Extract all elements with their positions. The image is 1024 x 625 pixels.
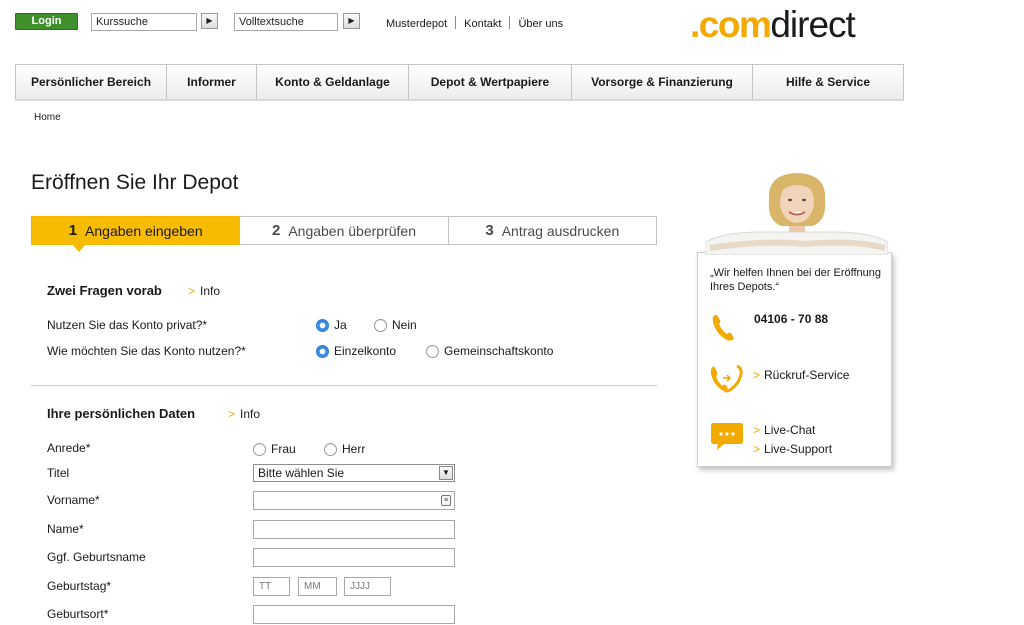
label-geburtstag: Geburtstag* [47, 579, 112, 593]
label-vorname: Vorname* [47, 493, 100, 507]
step-2: 2 Angaben überprüfen [240, 216, 449, 245]
radio-privat-ja[interactable]: Ja [316, 318, 347, 332]
label-konto-privat: Nutzen Sie das Konto privat?* [47, 318, 208, 332]
radio-label: Gemeinschaftskonto [444, 344, 554, 358]
top-links: Musterdepot Kontakt Über uns [386, 16, 563, 30]
step-3: 3 Antrag ausdrucken [448, 216, 657, 245]
radio-gemeinschaftskonto[interactable]: Gemeinschaftskonto [426, 344, 553, 358]
name-field[interactable] [253, 520, 455, 539]
main-navigation: Persönlicher Bereich Informer Konto & Ge… [15, 64, 904, 100]
hotline-number[interactable]: 04106 - 70 88 [754, 312, 828, 326]
link-label: Rückruf-Service [764, 368, 850, 382]
link-separator [509, 16, 511, 29]
nav-hilfe-service[interactable]: Hilfe & Service [753, 65, 903, 99]
geburtstag-tag-field[interactable]: TT [253, 577, 290, 596]
step-number: 1 [68, 222, 78, 239]
live-chat-link[interactable]: > Live-Chat [753, 423, 815, 437]
rueckruf-service-link[interactable]: > Rückruf-Service [753, 368, 849, 382]
nav-vorsorge-finanzierung[interactable]: Vorsorge & Finanzierung [572, 65, 753, 99]
help-quote: „Wir helfen Ihnen bei der Eröffnung Ihre… [710, 267, 882, 293]
geburtstag-jahr-field[interactable]: JJJJ [344, 577, 391, 596]
login-button[interactable]: Login [15, 13, 78, 30]
radio-privat-nein[interactable]: Nein [374, 318, 417, 332]
select-value: Bitte wählen Sie [258, 466, 345, 480]
section-persoenliche-daten-title: Ihre persönlichen Daten [47, 406, 196, 421]
radio-empty-icon [374, 318, 387, 332]
label-geburtsname: Ggf. Geburtsname [47, 550, 146, 564]
radio-selected-icon [316, 318, 329, 332]
geburtsname-field[interactable] [253, 548, 455, 567]
volltextsuche-go-button[interactable]: ▶ [343, 13, 360, 29]
nav-underline [15, 99, 904, 101]
label-konto-nutzung: Wie möchten Sie das Konto nutzen?* [47, 344, 246, 358]
section-zwei-fragen-title: Zwei Fragen vorab [47, 283, 162, 298]
step-label: Angaben überprüfen [288, 222, 416, 239]
step-label: Antrag ausdrucken [501, 222, 620, 239]
link-musterdepot[interactable]: Musterdepot [386, 18, 447, 30]
phone-icon [712, 315, 734, 341]
kurssuche-go-button[interactable]: ▶ [201, 13, 218, 29]
section2-info-link[interactable]: > Info [228, 407, 260, 421]
comdirect-logo[interactable]: .comdirect [690, 4, 856, 46]
step-number: 2 [271, 222, 281, 239]
nav-persoenlicher-bereich[interactable]: Persönlicher Bereich [16, 65, 167, 99]
vorname-field[interactable]: ≡ [253, 491, 455, 510]
radio-empty-icon [253, 442, 266, 456]
info-label: Info [200, 284, 221, 298]
page-title: Eröffnen Sie Ihr Depot [31, 171, 239, 194]
link-ueber-uns[interactable]: Über uns [518, 18, 563, 30]
geburtstag-monat-field[interactable]: MM [298, 577, 337, 596]
radio-frau[interactable]: Frau [253, 442, 296, 456]
chat-icon [711, 423, 743, 450]
callback-icon [710, 364, 743, 393]
link-separator [455, 16, 457, 29]
radio-empty-icon [426, 344, 439, 358]
radio-label: Frau [271, 442, 296, 456]
nav-depot-wertpapiere[interactable]: Depot & Wertpapiere [409, 65, 572, 99]
section1-info-link[interactable]: > Info [188, 284, 220, 298]
label-titel: Titel [47, 466, 70, 480]
nav-konto-geldanlage[interactable]: Konto & Geldanlage [257, 65, 409, 99]
nav-informer[interactable]: Informer [167, 65, 257, 99]
info-label: Info [240, 407, 261, 421]
volltextsuche-input[interactable]: Volltextsuche [234, 13, 338, 31]
label-geburtsort: Geburtsort* [47, 607, 109, 621]
breadcrumb[interactable]: Home [34, 112, 61, 123]
label-name: Name* [47, 522, 84, 536]
titel-select[interactable]: Bitte wählen Sie ▼ [253, 464, 455, 482]
link-label: Live-Support [764, 442, 833, 456]
step-number: 3 [485, 222, 494, 239]
step-1-active: 1 Angaben eingeben [31, 216, 241, 252]
radio-selected-icon [316, 344, 329, 358]
logo-dot: . [690, 4, 700, 45]
geburtsort-field[interactable] [253, 605, 455, 624]
section-divider [31, 385, 657, 386]
progress-steps: 1 Angaben eingeben 2 Angaben überprüfen 3A… [31, 216, 657, 252]
chevron-down-icon[interactable]: ▼ [439, 466, 453, 480]
autofill-icon[interactable]: ≡ [441, 495, 451, 506]
service-agent-photo [705, 173, 888, 255]
kurssuche-input[interactable]: Kurssuche [91, 13, 197, 31]
radio-label: Nein [392, 318, 417, 332]
link-label: Live-Chat [764, 423, 816, 437]
logo-direct: direct [770, 4, 855, 45]
radio-label: Einzelkonto [334, 344, 397, 358]
link-kontakt[interactable]: Kontakt [464, 18, 501, 30]
radio-herr[interactable]: Herr [324, 442, 365, 456]
logo-com: com [698, 4, 772, 45]
radio-label: Herr [342, 442, 366, 456]
live-support-link[interactable]: > Live-Support [753, 442, 832, 456]
radio-einzelkonto[interactable]: Einzelkonto [316, 344, 396, 358]
radio-label: Ja [334, 318, 347, 332]
radio-empty-icon [324, 442, 337, 456]
label-anrede: Anrede* [47, 441, 91, 455]
step-label: Angaben eingeben [85, 222, 203, 239]
